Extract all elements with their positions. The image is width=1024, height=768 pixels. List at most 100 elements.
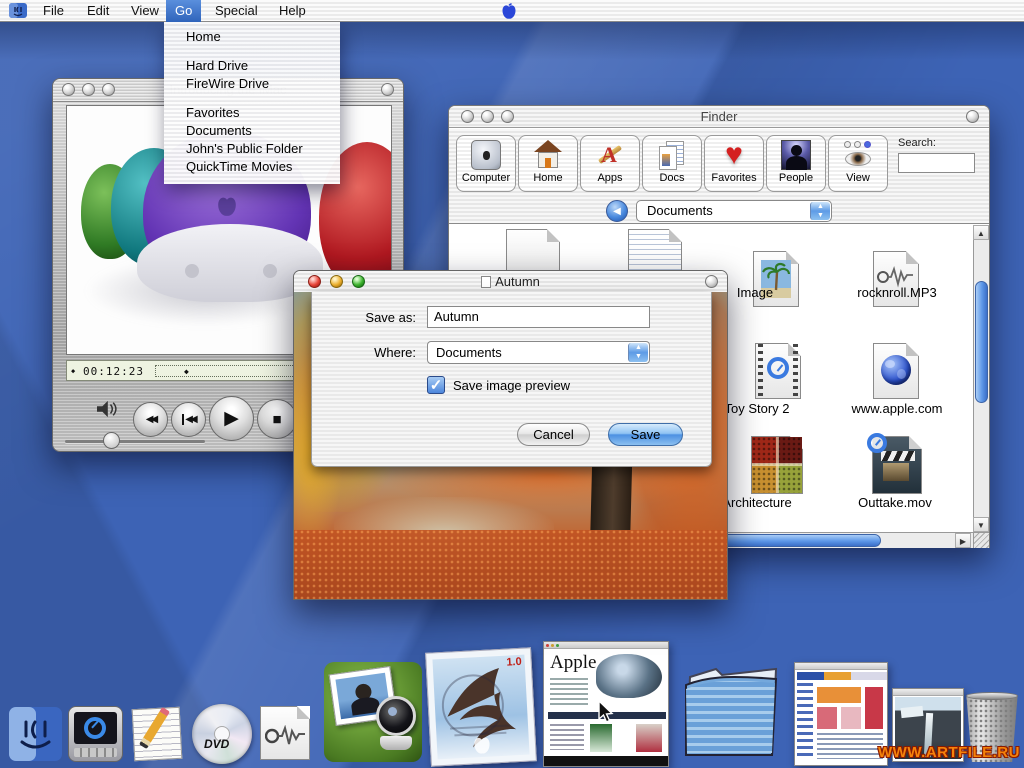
trash-rim-art	[966, 692, 1018, 700]
dock-finder-icon[interactable]	[8, 706, 63, 762]
apple-logo-icon	[501, 3, 517, 20]
file-label[interactable]: Outtake.mov	[830, 495, 960, 510]
imac-apple-logo	[217, 194, 237, 218]
go-menu-item-firewire-drive[interactable]: FireWire Drive	[164, 75, 340, 93]
skip-to-start-button[interactable]: ◀◀	[171, 402, 206, 437]
playhead-icon[interactable]: ◆	[184, 368, 189, 376]
dock-mail-icon[interactable]: 1.0	[425, 647, 537, 766]
menu-special[interactable]: Special	[206, 0, 267, 22]
finder-toolbar: Computer Home A Apps	[449, 129, 989, 197]
dropdown-stepper-icon: ▲▼	[628, 343, 648, 362]
toolbar-toggle-button[interactable]	[705, 275, 718, 288]
lens-base-art	[380, 736, 412, 750]
volume-slider-track[interactable]	[65, 440, 205, 443]
go-menu-item-hard-drive[interactable]: Hard Drive	[164, 57, 340, 75]
cancel-button[interactable]: Cancel	[517, 423, 590, 446]
file-icon-architecture[interactable]	[751, 436, 803, 494]
watermark: WWW.ARTFILE.RU	[878, 744, 1020, 761]
volume-slider-knob[interactable]	[103, 432, 120, 449]
finder-window-title: Finder	[449, 109, 989, 124]
toolbar-docs-button[interactable]: Docs	[642, 135, 702, 192]
lcd-diamond-icon: ◆	[71, 368, 75, 375]
finder-titlebar[interactable]: Finder	[449, 106, 989, 128]
menu-separator	[164, 46, 340, 57]
dock-textedit-icon[interactable]	[130, 704, 187, 762]
toolbar-toggle-button[interactable]	[966, 110, 979, 123]
dock-documents-folder-icon[interactable]	[676, 655, 788, 763]
go-menu-item-quicktime-movies[interactable]: QuickTime Movies	[164, 158, 340, 176]
computer-icon	[471, 140, 501, 170]
menu-edit[interactable]: Edit	[78, 0, 118, 22]
stamp-apple-logo	[472, 735, 491, 756]
quicktime-badge-icon	[867, 433, 887, 453]
mini-titlebar	[795, 663, 887, 670]
menu-file[interactable]: File	[34, 0, 73, 22]
vertical-scrollbar[interactable]: ▲ ▼	[973, 225, 989, 532]
file-icon-outtake-movie[interactable]	[872, 436, 922, 494]
promo-art	[636, 724, 662, 752]
save-preview-label: Save image preview	[453, 378, 570, 393]
resize-grip[interactable]	[973, 532, 989, 548]
sidebar-links-art	[797, 683, 813, 759]
location-value: Documents	[647, 203, 713, 218]
rewind-button[interactable]: ◀◀	[133, 402, 168, 437]
toolbar-computer-button[interactable]: Computer	[456, 135, 516, 192]
document-icon	[481, 276, 491, 288]
menubar: File Edit View Go Special Help	[0, 0, 1024, 22]
quicktime-q-icon	[767, 357, 789, 379]
save-as-input[interactable]: Autumn	[427, 306, 650, 328]
scroll-up-icon[interactable]: ▲	[973, 225, 989, 240]
finder-face-icon	[8, 706, 63, 762]
menu-separator	[164, 93, 340, 104]
file-label[interactable]: www.apple.com	[832, 401, 962, 416]
toolbar-toggle-button[interactable]	[381, 83, 394, 96]
save-as-label: Save as:	[326, 310, 416, 325]
docs-icon	[657, 140, 687, 170]
vertical-scroll-thumb[interactable]	[975, 281, 988, 403]
dock-minimized-browser-window[interactable]	[794, 662, 888, 766]
volume-icon[interactable]	[95, 400, 117, 418]
save-button[interactable]: Save	[608, 423, 683, 446]
menu-help[interactable]: Help	[270, 0, 315, 22]
autumn-window-title: Autumn	[294, 274, 727, 289]
scroll-right-icon[interactable]: ▶	[955, 533, 971, 548]
stamp-art: 1.0	[432, 655, 529, 760]
dock-quicktime-icon[interactable]	[68, 706, 123, 762]
dock-audio-file-icon[interactable]	[258, 704, 312, 762]
file-icon-quicktime-movie[interactable]	[755, 343, 801, 399]
where-dropdown[interactable]: Documents ▲▼	[427, 341, 650, 364]
file-label[interactable]: rocknroll.MP3	[832, 285, 962, 300]
search-input[interactable]	[898, 153, 975, 173]
toolbar-apps-button[interactable]: A Apps	[580, 135, 640, 192]
menu-go[interactable]: Go	[166, 0, 201, 22]
autumn-titlebar[interactable]: Autumn	[294, 271, 727, 293]
stamp-value: 1.0	[506, 656, 522, 669]
apple-menu-icon[interactable]	[8, 3, 28, 19]
dock-dvd-player-icon[interactable]: DVD	[192, 704, 252, 764]
file-icon-url[interactable]	[873, 343, 919, 399]
location-dropdown[interactable]: Documents ▲▼	[636, 200, 832, 222]
qt-timecode: 00:12:23	[83, 365, 144, 378]
go-menu-item-documents[interactable]: Documents	[164, 122, 340, 140]
go-menu-item-favorites[interactable]: Favorites	[164, 104, 340, 122]
menu-view[interactable]: View	[122, 0, 168, 22]
text-lines-art	[817, 733, 883, 759]
save-sheet: Save as: Autumn Where: Documents ▲▼ ✓ Sa…	[311, 292, 712, 467]
back-button[interactable]: ◀	[606, 200, 628, 222]
scroll-down-icon[interactable]: ▼	[973, 517, 989, 532]
dropdown-stepper-icon: ▲▼	[810, 202, 830, 220]
dock-photos-icon[interactable]	[324, 662, 422, 762]
save-preview-checkbox[interactable]: ✓	[427, 376, 445, 394]
mouse-cursor	[598, 700, 615, 724]
go-menu-item-johns-public-folder[interactable]: John's Public Folder	[164, 140, 340, 158]
toolbar-people-button[interactable]: People	[766, 135, 826, 192]
play-button[interactable]: ▶	[209, 396, 254, 441]
go-menu-item-home[interactable]: Home	[164, 28, 340, 46]
clapperboard-icon	[881, 451, 915, 461]
toolbar-home-button[interactable]: Home	[518, 135, 578, 192]
toolbar-view-button[interactable]: View	[828, 135, 888, 192]
qt-controls-art	[74, 748, 117, 757]
berries-photo	[752, 437, 802, 493]
toolbar-favorites-button[interactable]: ♥ Favorites	[704, 135, 764, 192]
stop-button[interactable]: ■	[257, 399, 297, 439]
